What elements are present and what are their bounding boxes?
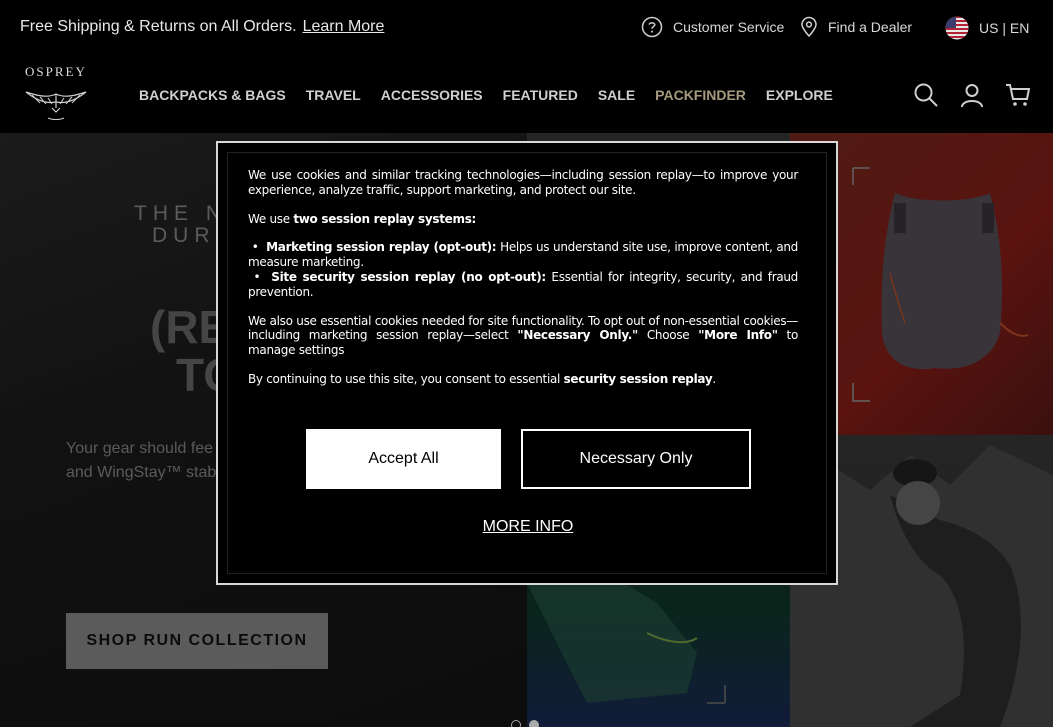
nav-icon-group bbox=[913, 82, 1031, 108]
essential-part2: Choose bbox=[638, 328, 699, 343]
find-dealer-link[interactable]: Find a Dealer bbox=[800, 16, 912, 38]
cookie-bullet-marketing: • Marketing session replay (opt-out): He… bbox=[248, 240, 798, 270]
locale-label: US | EN bbox=[979, 20, 1030, 36]
cookie-intro: We use cookies and similar tracking tech… bbox=[248, 168, 798, 197]
learn-more-link[interactable]: Learn More bbox=[303, 18, 385, 35]
cookie-essential-text: We also use essential cookies needed for… bbox=[248, 314, 798, 358]
customer-service-label: Customer Service bbox=[673, 19, 785, 35]
cookie-systems-bold: two session replay systems: bbox=[293, 211, 477, 226]
cart-icon[interactable] bbox=[1005, 82, 1031, 108]
essential-bold1: "Necessary Only." bbox=[517, 328, 638, 343]
bullet1-title: Marketing session replay (opt-out): bbox=[266, 240, 497, 255]
account-icon[interactable] bbox=[959, 82, 985, 108]
cookie-bullet-security: • Site security session replay (no opt-o… bbox=[248, 269, 799, 299]
main-nav: OSPREY BACKPACKS & BAGS TRAVEL ACCESSORI… bbox=[0, 56, 1053, 133]
carousel-dots bbox=[511, 720, 539, 727]
find-dealer-label: Find a Dealer bbox=[828, 19, 913, 35]
us-flag-icon bbox=[945, 16, 969, 40]
cookie-consent-modal: We use cookies and similar tracking tech… bbox=[216, 141, 838, 585]
osprey-bird-icon bbox=[25, 91, 87, 120]
nav-featured[interactable]: FEATURED bbox=[503, 87, 578, 103]
more-info-link[interactable]: MORE INFO bbox=[228, 518, 828, 536]
help-circle-icon bbox=[641, 16, 663, 38]
location-pin-icon bbox=[801, 16, 817, 38]
cookie-consent-statement: By continuing to use this site, you cons… bbox=[248, 372, 798, 387]
search-icon[interactable] bbox=[913, 82, 939, 108]
necessary-only-button[interactable]: Necessary Only bbox=[521, 429, 751, 489]
consent-bold: security session replay bbox=[563, 371, 713, 386]
nav-backpacks-bags[interactable]: BACKPACKS & BAGS bbox=[139, 87, 286, 103]
promo-text: Free Shipping & Returns on All Orders. bbox=[20, 18, 297, 35]
osprey-logo[interactable]: OSPREY bbox=[22, 64, 90, 122]
customer-service-link[interactable]: Customer Service bbox=[641, 16, 784, 38]
nav-sale[interactable]: SALE bbox=[598, 87, 635, 103]
carousel-dot-2[interactable] bbox=[529, 720, 539, 727]
essential-bold2: "More Info" bbox=[698, 328, 778, 343]
cookie-systems-heading: We use two session replay systems: bbox=[248, 212, 798, 227]
nav-packfinder[interactable]: PACKFINDER bbox=[655, 87, 746, 103]
consent-part1: By continuing to use this site, you cons… bbox=[248, 371, 564, 386]
cookie-consent-panel: We use cookies and similar tracking tech… bbox=[227, 152, 827, 574]
cookie-systems-prefix: We use bbox=[248, 211, 294, 226]
nav-travel[interactable]: TRAVEL bbox=[306, 87, 361, 103]
consent-part2: . bbox=[712, 371, 716, 386]
promo-message: Free Shipping & Returns on All Orders. Le… bbox=[20, 18, 384, 36]
primary-nav-links: BACKPACKS & BAGS TRAVEL ACCESSORIES FEAT… bbox=[139, 87, 833, 103]
cookie-consent-text: We use cookies and similar tracking tech… bbox=[248, 168, 798, 401]
nav-explore[interactable]: EXPLORE bbox=[766, 87, 833, 103]
locale-selector[interactable]: US | EN bbox=[945, 16, 1029, 40]
promo-bar: Free Shipping & Returns on All Orders. Le… bbox=[0, 0, 1053, 56]
nav-accessories[interactable]: ACCESSORIES bbox=[381, 87, 483, 103]
bullet2-title: Site security session replay (no opt-out… bbox=[271, 269, 546, 284]
carousel-dot-1[interactable] bbox=[511, 720, 521, 727]
accept-all-button[interactable]: Accept All bbox=[306, 429, 501, 489]
